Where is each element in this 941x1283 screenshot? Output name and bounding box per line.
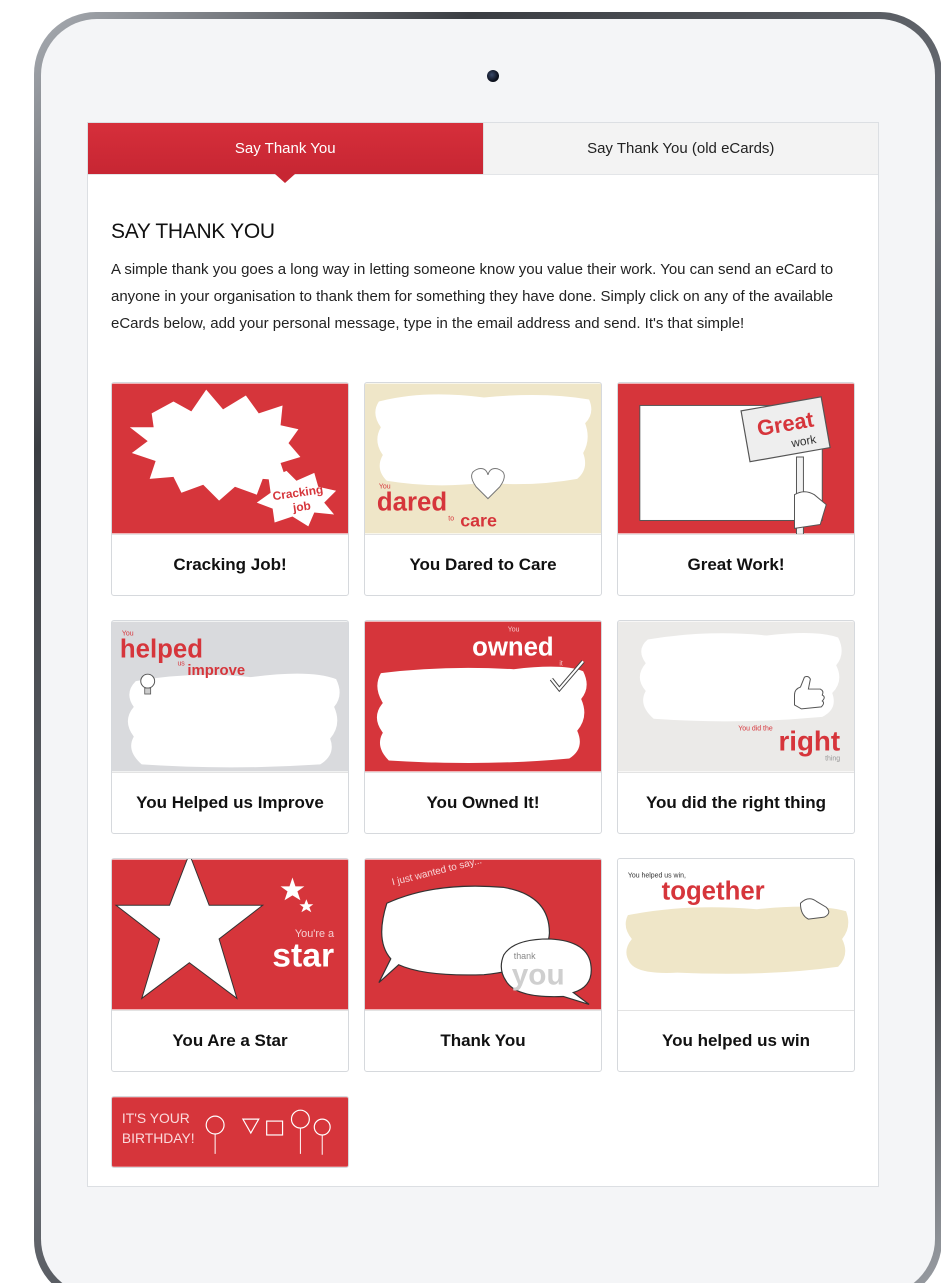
art-text-word2: improve (187, 663, 245, 679)
camera-icon (487, 70, 499, 82)
ecard-title: You helped us win (618, 1010, 854, 1071)
app-screen: Say Thank You Say Thank You (old eCards)… (87, 122, 879, 1187)
birthday-art: IT'S YOUR BIRTHDAY! (112, 1097, 348, 1167)
art-text-word1: right (778, 726, 840, 757)
dared-care-art: You dared to care (365, 383, 601, 534)
ecard-title: Great Work! (618, 534, 854, 595)
ecard-you-helped-us-win[interactable]: You helped us win, together You helped u… (617, 858, 855, 1072)
ecard-image: You helped us improve (112, 621, 348, 772)
ecard-image: I just wanted to say... thank you (365, 859, 601, 1010)
ecard-title: You did the right thing (618, 772, 854, 833)
ecard-you-dared-to-care[interactable]: You dared to care You Dared to Care (364, 382, 602, 596)
together-art: You helped us win, together (618, 859, 854, 1010)
art-text-word1: helped (120, 635, 203, 663)
art-text-small2: to (448, 515, 454, 522)
helped-improve-art: You helped us improve (112, 621, 348, 772)
ecard-you-helped-us-improve[interactable]: You helped us improve You Helped us Impr… (111, 620, 349, 834)
ecard-image: You dared to care (365, 383, 601, 534)
page-title: SAY THANK YOU (111, 220, 275, 243)
ecard-birthday[interactable]: IT'S YOUR BIRTHDAY! (111, 1096, 349, 1168)
star-art: You're a star (112, 859, 348, 1010)
ecard-you-did-the-right-thing[interactable]: You did the right thing You did the righ… (617, 620, 855, 834)
intro-text: A simple thank you goes a long way in le… (111, 261, 834, 332)
art-text-small1: You did the (738, 726, 773, 733)
speech-bubbles-art: I just wanted to say... thank you (365, 859, 601, 1010)
art-text-word1: together (662, 877, 765, 905)
art-text-line2: job (291, 498, 312, 514)
ecard-great-work[interactable]: Great work Great Work! (617, 382, 855, 596)
ecard-image: You did the right thing (618, 621, 854, 772)
ecard-image: IT'S YOUR BIRTHDAY! (112, 1097, 348, 1167)
ecard-title: Thank You (365, 1010, 601, 1071)
ecard-image: You helped us win, together (618, 859, 854, 1010)
ecard-image: Great work (618, 383, 854, 534)
art-text-line1: IT'S YOUR (122, 1110, 190, 1126)
owned-it-art: You owned it (365, 621, 601, 772)
ecard-title: You Are a Star (112, 1010, 348, 1071)
ipad-frame: Say Thank You Say Thank You (old eCards)… (34, 12, 941, 1283)
right-thing-art: You did the right thing (618, 621, 854, 772)
ecard-thank-you[interactable]: I just wanted to say... thank you Thank … (364, 858, 602, 1072)
ecard-image: Cracking job (112, 383, 348, 534)
great-work-sign-art: Great work (618, 383, 854, 534)
ecard-title: You Helped us Improve (112, 772, 348, 833)
ecard-title: You Owned It! (365, 772, 601, 833)
ecard-grid: Cracking job Cracking Job! You dared to … (111, 382, 855, 1168)
ecard-you-owned-it[interactable]: You owned it You Owned It! (364, 620, 602, 834)
art-text-small2: us (177, 660, 185, 667)
art-text-small2: it (559, 660, 563, 667)
tab-say-thank-you[interactable]: Say Thank You (88, 123, 483, 183)
ecard-title: Cracking Job! (112, 534, 348, 595)
ecard-image: You're a star (112, 859, 348, 1010)
ecard-title: You Dared to Care (365, 534, 601, 595)
explosion-art: Cracking job (112, 383, 348, 534)
art-text-word1: owned (472, 633, 554, 661)
ecard-image: You owned it (365, 621, 601, 772)
ipad-bezel: Say Thank You Say Thank You (old eCards)… (41, 19, 935, 1283)
tab-say-thank-you-old-ecards[interactable]: Say Thank You (old eCards) (482, 123, 878, 174)
ecard-cracking-job[interactable]: Cracking job Cracking Job! (111, 382, 349, 596)
art-text-word2: care (460, 510, 497, 530)
art-text-word1: star (272, 937, 334, 975)
tab-bar: Say Thank You Say Thank You (old eCards) (88, 123, 878, 183)
art-text-line2: BIRTHDAY! (122, 1130, 195, 1146)
main-content: SAY THANK YOU A simple thank you goes a … (88, 175, 878, 1168)
art-text-word1: you (512, 959, 565, 992)
ecard-you-are-a-star[interactable]: You're a star You Are a Star (111, 858, 349, 1072)
art-text-word1: dared (377, 489, 447, 517)
art-text-small2: thing (825, 755, 840, 762)
